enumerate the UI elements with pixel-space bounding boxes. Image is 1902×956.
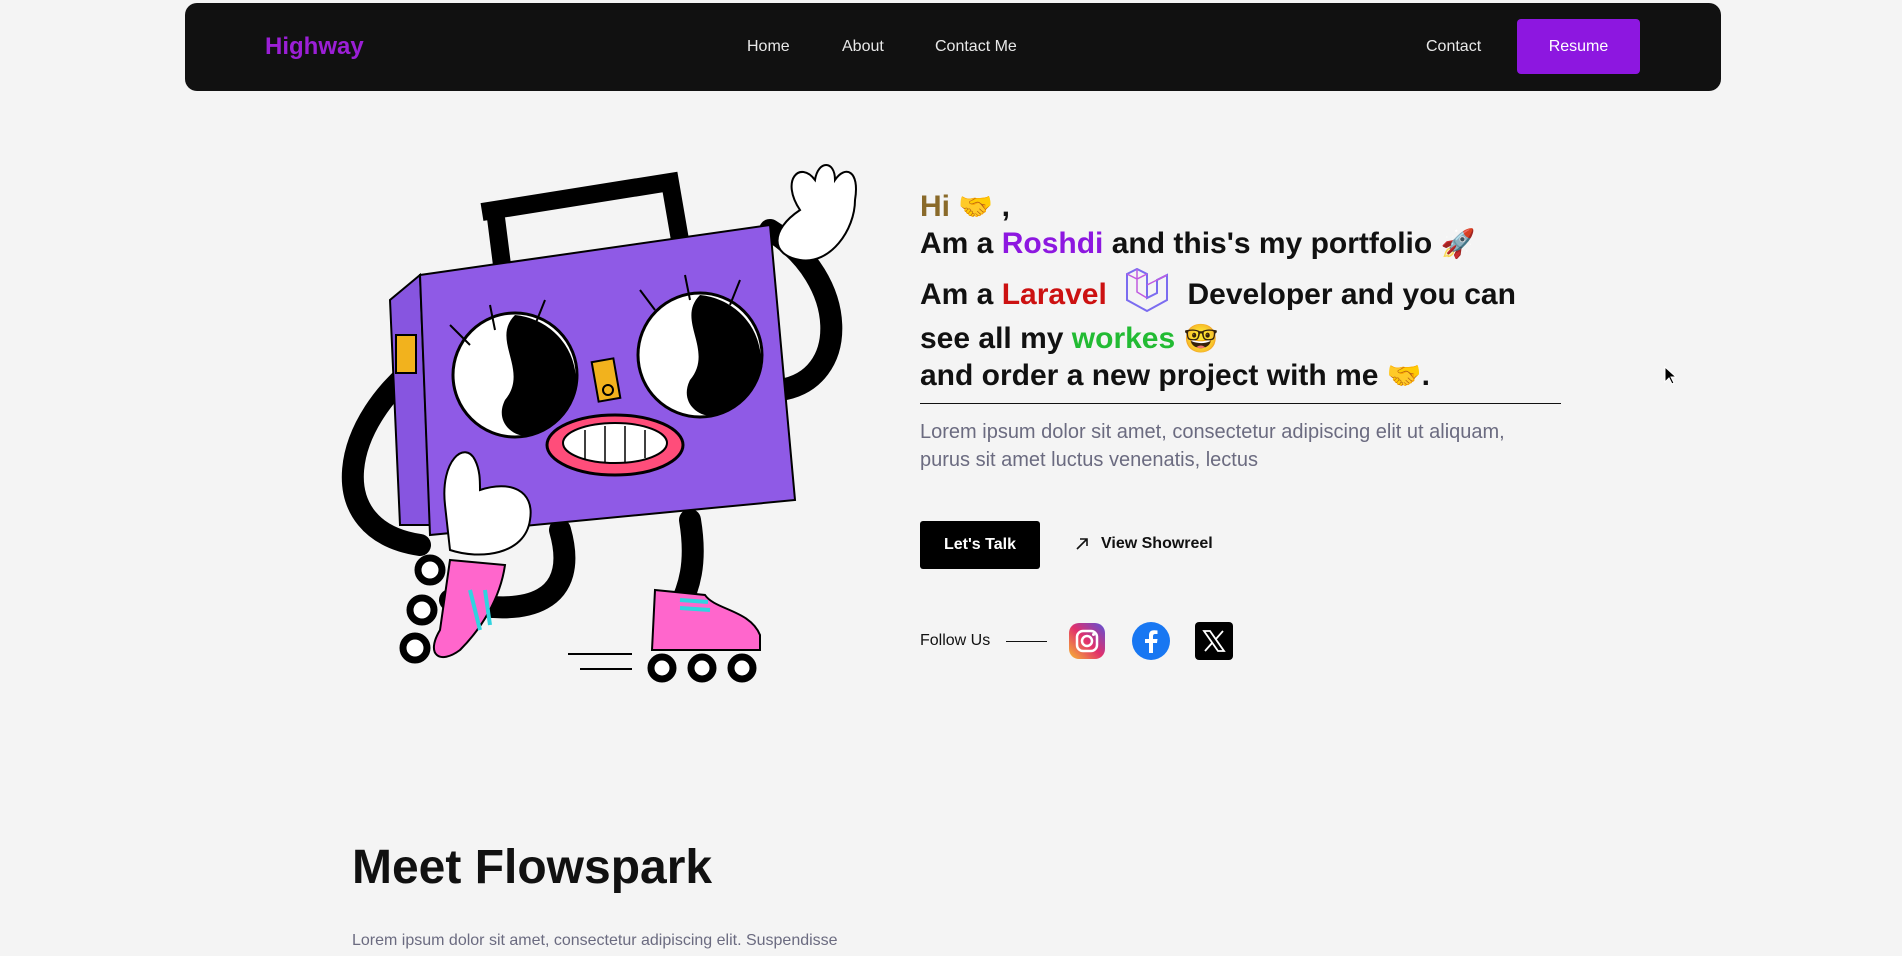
lets-talk-button[interactable]: Let's Talk: [920, 521, 1040, 569]
nav-link-about[interactable]: About: [842, 38, 884, 56]
instagram-icon[interactable]: [1067, 621, 1107, 661]
nav-link-contact[interactable]: Contact: [1426, 38, 1481, 56]
boombox-mascot-illustration: [341, 164, 857, 683]
role-prefix: Am a: [920, 278, 994, 311]
intro-prefix: Am a: [920, 227, 994, 260]
greeting-line: Hi 🤝 ,: [920, 188, 1560, 225]
x-icon[interactable]: [1194, 621, 1234, 661]
section-title: Meet Flowspark: [352, 841, 713, 894]
nav-link-home[interactable]: Home: [747, 38, 790, 56]
handshake-icon: 🤝: [958, 191, 994, 222]
view-showreel-label: View Showreel: [1101, 535, 1213, 552]
order-period: .: [1421, 359, 1430, 392]
nerd-face-icon: 🤓: [1183, 323, 1219, 354]
facebook-icon[interactable]: [1131, 621, 1171, 661]
hero-headline: Hi 🤝 , Am a Roshdi and this's my portfol…: [920, 188, 1560, 394]
follow-us-label: Follow Us: [920, 632, 991, 649]
nav-link-contact-me[interactable]: Contact Me: [935, 38, 1017, 56]
view-showreel-link[interactable]: View Showreel: [1075, 535, 1213, 553]
laravel-logo-icon: [1126, 267, 1169, 313]
hero-description: Lorem ipsum dolor sit amet, consectetur …: [920, 421, 1505, 471]
mouse-cursor-icon: [1664, 366, 1678, 385]
person-name: Roshdi: [1001, 227, 1104, 260]
role-line: Am a Laravel Developer and you can: [920, 267, 1560, 314]
intro-line: Am a Roshdi and this's my portfolio 🚀: [920, 225, 1560, 262]
greeting-comma: ,: [1001, 190, 1010, 223]
follow-divider: [1006, 641, 1047, 642]
works-prefix: see all my: [920, 322, 1064, 355]
handshake-icon: 🤝: [1386, 360, 1422, 391]
rocket-icon: 🚀: [1440, 228, 1476, 259]
order-line: and order a new project with me 🤝.: [920, 357, 1560, 394]
navbar: Highway Home About Contact Me Contact Re…: [185, 3, 1721, 91]
intro-suffix: and this's my portfolio: [1111, 227, 1433, 260]
hero-illustration: [330, 160, 870, 690]
order-text: and order a new project with me: [920, 359, 1379, 392]
hero-divider: [920, 403, 1561, 404]
arrow-up-right-icon: [1076, 538, 1088, 550]
resume-button[interactable]: Resume: [1517, 19, 1640, 74]
role-suffix: Developer and you can: [1187, 278, 1516, 311]
tech-name: Laravel: [1001, 278, 1107, 311]
brand-logo[interactable]: Highway: [265, 33, 364, 61]
works-word: workes: [1071, 322, 1176, 355]
section-text: Lorem ipsum dolor sit amet, consectetur …: [352, 932, 838, 949]
greeting-hi: Hi: [920, 190, 950, 223]
works-line: see all my workes 🤓: [920, 320, 1560, 357]
